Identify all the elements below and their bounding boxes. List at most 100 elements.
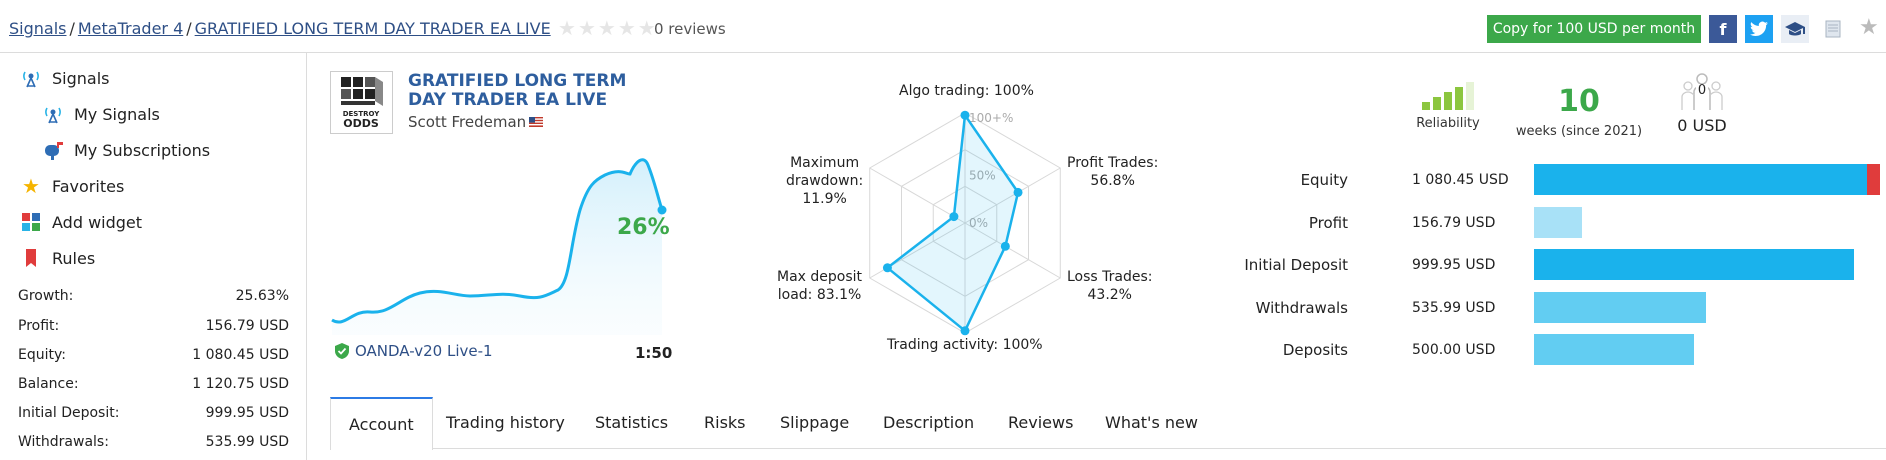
stat-value: 535.99 USD <box>205 434 289 450</box>
stat-value: 999.95 USD <box>205 405 289 421</box>
tab-description[interactable]: Description <box>865 397 992 449</box>
broker-server[interactable]: OANDA-v20 Live-1 <box>335 342 493 360</box>
star-icon[interactable]: ★ <box>578 18 596 38</box>
tab-whats-new[interactable]: What's new <box>1087 397 1216 449</box>
radar-label-text: Maximum drawdown: 11.9% <box>786 155 864 207</box>
broker-name: OANDA-v20 Live-1 <box>355 342 493 360</box>
author-name: Scott Fredeman <box>408 113 527 131</box>
tab-slippage[interactable]: Slippage <box>762 397 867 449</box>
radar-label-loss-trades: Loss Trades: 43.2% <box>1067 268 1153 304</box>
sidebar-item-add-widget[interactable]: Add widget <box>20 211 142 233</box>
weeks-label: weeks (since 2021) <box>1515 124 1643 139</box>
reviews-count[interactable]: 0 reviews <box>654 20 726 38</box>
bar-value: 156.79 USD <box>1412 214 1496 231</box>
rating-stars[interactable]: ★ ★ ★ ★ ★ <box>558 18 656 38</box>
growth-chart[interactable] <box>330 150 670 335</box>
tab-statistics[interactable]: Statistics <box>577 397 686 449</box>
radar-chart[interactable]: 100+%50%0% <box>850 98 1080 348</box>
bar-value: 999.95 USD <box>1412 257 1496 273</box>
bar-label: Deposits <box>1282 341 1348 359</box>
stat-equity: Equity: 1 080.45 USD <box>18 347 289 363</box>
sidebar-item-my-signals[interactable]: My Signals <box>42 103 160 125</box>
star-icon[interactable]: ★ <box>558 18 576 38</box>
bar-label: Profit <box>1308 213 1348 232</box>
bar-alert-segment <box>1867 164 1880 195</box>
breadcrumb: Signals / MetaTrader 4/GRATIFIED LONG TERM… <box>9 19 551 38</box>
sidebar-item-label: Favorites <box>52 176 125 196</box>
radar-label-text: Max deposit load: 83.1% <box>777 269 863 303</box>
radar-point <box>1013 187 1023 197</box>
bar-value: 500.00 USD <box>1412 342 1496 358</box>
breadcrumb-metatrader-link[interactable]: MetaTrader 4 <box>78 19 183 38</box>
weeks-value: 10 <box>1558 84 1600 119</box>
twitter-share-button[interactable] <box>1745 15 1773 43</box>
growth-percent: 26% <box>617 215 670 240</box>
star-icon: ★ <box>22 174 40 198</box>
signal-author[interactable]: Scott Fredeman <box>408 113 544 131</box>
sidebar-item-signals[interactable]: Signals <box>20 67 109 89</box>
sidebar-item-label: My Subscriptions <box>74 140 211 160</box>
facebook-share-button[interactable]: f <box>1709 15 1737 43</box>
signal-title[interactable]: GRATIFIED LONG TERM DAY TRADER EA LIVE <box>408 72 668 110</box>
sidebar-item-label: Rules <box>52 248 96 268</box>
signal-logo[interactable]: DESTROY ODDS <box>330 71 393 134</box>
subscribers-usd: 0 USD <box>1677 116 1727 135</box>
widget-icon <box>20 211 42 233</box>
stat-label: Profit: <box>18 318 60 334</box>
bar-track[interactable] <box>1534 291 1880 323</box>
radar-point <box>960 110 970 120</box>
sidebar-item-favorites[interactable]: ★ Favorites <box>20 174 125 198</box>
star-icon[interactable]: ★ <box>598 18 616 38</box>
radar-point <box>949 212 959 222</box>
stat-withdrawals: Withdrawals: 535.99 USD <box>18 434 289 450</box>
radar-label-text: Profit Trades: 56.8% <box>1067 155 1159 189</box>
copy-signal-button[interactable]: Copy for 100 USD per month <box>1487 15 1701 43</box>
bar-fill <box>1534 334 1694 365</box>
top-bar: Signals / MetaTrader 4/GRATIFIED LONG TERM… <box>0 0 1886 53</box>
star-icon[interactable]: ★ <box>638 18 656 38</box>
breadcrumb-signal-link[interactable]: GRATIFIED LONG TERM DAY TRADER EA LIVE <box>195 19 551 38</box>
stat-label: Balance: <box>18 376 79 392</box>
reliability-kpi[interactable]: Reliability <box>1413 82 1483 131</box>
flag-icon <box>1825 20 1841 38</box>
bar-track[interactable] <box>1534 206 1880 238</box>
stat-value: 25.63% <box>235 288 289 304</box>
sidebar-item-my-subscriptions[interactable]: My Subscriptions <box>42 139 210 161</box>
us-flag-icon <box>529 117 544 127</box>
sidebar-item-rules[interactable]: Rules <box>20 247 95 269</box>
bar-track[interactable] <box>1534 249 1880 280</box>
bar-value: 535.99 USD <box>1412 299 1496 316</box>
sidebar-item-label: My Signals <box>74 104 160 124</box>
svg-text:ODDS: ODDS <box>343 117 379 130</box>
stat-value: 156.79 USD <box>205 318 289 334</box>
breadcrumb-signals-link[interactable]: Signals <box>9 19 66 38</box>
tab-reviews[interactable]: Reviews <box>990 397 1091 449</box>
stat-balance: Balance: 1 120.75 USD <box>18 376 289 392</box>
bookmark-icon <box>20 247 42 269</box>
facebook-icon: f <box>1719 19 1727 39</box>
breadcrumb-separator: / <box>69 19 75 38</box>
bar-label: Withdrawals <box>1255 298 1348 317</box>
tab-account[interactable]: Account <box>330 397 433 450</box>
bar-track[interactable] <box>1534 164 1880 195</box>
radar-point <box>1000 241 1010 251</box>
tab-risks[interactable]: Risks <box>686 397 764 449</box>
subscribers-count: 0 <box>1696 83 1708 98</box>
stat-label: Initial Deposit: <box>18 405 120 421</box>
bar-track[interactable] <box>1534 334 1880 365</box>
favorite-star-icon[interactable]: ★ <box>1859 15 1879 40</box>
bar-fill <box>1534 206 1582 238</box>
stat-label: Growth: <box>18 288 74 304</box>
tab-trading-history[interactable]: Trading history <box>428 397 583 449</box>
signal-tower-icon <box>20 67 42 89</box>
bookmark-flag-button[interactable] <box>1822 18 1844 40</box>
subscribers-kpi[interactable]: 0 0 USD <box>1666 70 1738 135</box>
radar-label-trading-activity: Trading activity: 100% <box>887 337 1043 353</box>
academy-button[interactable] <box>1781 15 1809 43</box>
radar-label-max-deposit-load: Max deposit load: 83.1% <box>777 268 862 304</box>
radar-label-profit-trades: Profit Trades: 56.8% <box>1067 154 1158 190</box>
bar-fill <box>1534 249 1854 280</box>
star-icon[interactable]: ★ <box>618 18 636 38</box>
radar-series-area <box>885 111 1020 333</box>
stat-growth: Growth: 25.63% <box>18 288 289 304</box>
